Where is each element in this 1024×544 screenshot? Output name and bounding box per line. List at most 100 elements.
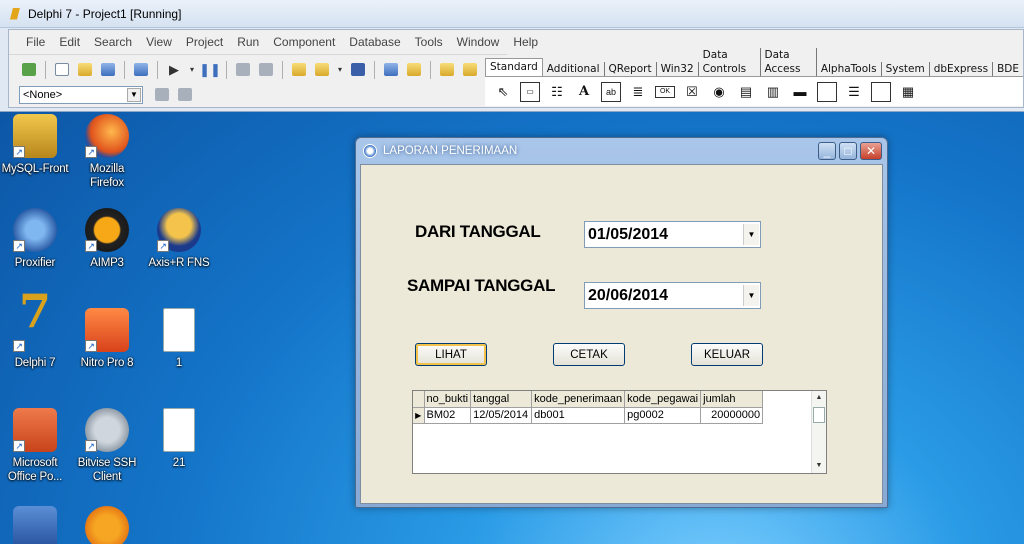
column-header-no-bukti[interactable]: no_bukti [424, 391, 472, 408]
actionlist-icon[interactable]: ▦ [898, 82, 918, 102]
column-header-kode-pegawai[interactable]: kode_pegawai [624, 391, 702, 408]
maximize-button[interactable]: □ [839, 142, 857, 160]
chevron-down-icon[interactable]: ▼ [743, 224, 759, 245]
object-repository-icon[interactable] [19, 60, 39, 80]
desktop-icon-bitvise[interactable]: ↗ Bitvise SSH Client [72, 408, 142, 484]
desktop-icon-firefox[interactable]: ↗ Mozilla Firefox [72, 114, 142, 190]
pointer-icon[interactable]: ⇖ [493, 82, 513, 102]
new-icon[interactable] [52, 60, 72, 80]
menu-window[interactable]: Window [450, 30, 507, 55]
tab-system[interactable]: System [882, 62, 930, 76]
radiobutton-icon[interactable]: ◉ [709, 82, 729, 102]
step-over-icon[interactable] [256, 60, 276, 80]
run-dropdown-icon[interactable]: ▾ [187, 60, 197, 80]
add-file-icon[interactable] [437, 60, 457, 80]
column-header-jumlah[interactable]: jumlah [700, 391, 764, 408]
tab-qreport[interactable]: QReport [605, 62, 657, 76]
desktop-layout-combo[interactable]: <None> ▼ [19, 85, 143, 104]
menu-file[interactable]: File [19, 30, 52, 55]
save-icon[interactable] [348, 60, 368, 80]
view-form-icon[interactable] [404, 60, 424, 80]
chevron-down-icon[interactable]: ▼ [127, 87, 141, 102]
desktop-icon-powerpoint[interactable]: ↗ Microsoft Office Po... [0, 408, 70, 484]
minimize-button[interactable]: _ [818, 142, 836, 160]
tab-additional[interactable]: Additional [543, 62, 605, 76]
menu-tools[interactable]: Tools [408, 30, 450, 55]
scroll-thumb[interactable] [813, 407, 825, 423]
close-button[interactable]: ✕ [860, 142, 882, 160]
menu-run[interactable]: Run [230, 30, 266, 55]
menu-database[interactable]: Database [342, 30, 407, 55]
cell-kode-penerimaan[interactable]: db001 [531, 407, 626, 424]
sampai-tanggal-datepicker[interactable]: 20/06/2014 ▼ [584, 282, 761, 309]
label-icon[interactable]: A [574, 82, 594, 102]
tab-alphatools[interactable]: AlphaTools [817, 62, 882, 76]
table-row[interactable]: ▶ BM02 12/05/2014 db001 pg0002 20000000 [413, 407, 764, 424]
cell-tanggal[interactable]: 12/05/2014 [470, 407, 533, 424]
tab-bde[interactable]: BDE [993, 62, 1023, 76]
menu-project[interactable]: Project [179, 30, 230, 55]
grid-vertical-scrollbar[interactable]: ▲ ▼ [811, 391, 826, 473]
chevron-down-icon[interactable]: ▼ [743, 285, 759, 306]
popupmenu-icon[interactable]: ☷ [547, 82, 567, 102]
cetak-button[interactable]: CETAK [553, 343, 625, 366]
mainmenu-icon[interactable]: ▭ [520, 81, 540, 102]
column-header-tanggal[interactable]: tanggal [470, 391, 533, 408]
menu-view[interactable]: View [139, 30, 179, 55]
panel-icon[interactable] [871, 81, 891, 102]
scroll-down-icon[interactable]: ▼ [812, 459, 826, 473]
keluar-button[interactable]: KELUAR [691, 343, 763, 366]
desktop-icon-file-1[interactable]: 1 [144, 308, 214, 370]
view-unit-icon[interactable] [381, 60, 401, 80]
cell-jumlah[interactable]: 20000000 [700, 407, 764, 424]
desktop-icon-aimp3[interactable]: ↗ AIMP3 [72, 208, 142, 270]
menu-search[interactable]: Search [87, 30, 139, 55]
button-icon[interactable]: OK [655, 85, 675, 98]
desktop-icon-axis[interactable]: ↗ Axis+R FNS [144, 208, 214, 270]
menu-component[interactable]: Component [266, 30, 342, 55]
column-header-kode-penerimaan[interactable]: kode_penerimaan [531, 391, 626, 408]
desktop-icon-delphi7[interactable]: ↗ Delphi 7 [0, 304, 70, 370]
tab-standard[interactable]: Standard [485, 58, 543, 76]
memo-icon[interactable]: ≣ [628, 82, 648, 102]
tab-data-access[interactable]: Data Access [761, 48, 817, 76]
remove-file-icon[interactable] [460, 60, 480, 80]
open-dropdown-icon[interactable]: ▾ [335, 60, 345, 80]
menu-edit[interactable]: Edit [52, 30, 87, 55]
edit-icon[interactable]: ab [601, 81, 621, 102]
toggle-form-icon[interactable] [131, 60, 151, 80]
set-debug-desktop-icon[interactable] [175, 85, 195, 105]
save-desktop-icon[interactable] [152, 85, 172, 105]
desktop-icon-word[interactable] [0, 506, 70, 544]
data-grid[interactable]: no_bukti tanggal kode_penerimaan kode_pe… [412, 390, 827, 474]
tab-win32[interactable]: Win32 [657, 62, 699, 76]
cell-kode-pegawai[interactable]: pg0002 [624, 407, 702, 424]
listbox-icon[interactable]: ▤ [736, 82, 756, 102]
desktop-icon-mysql-front[interactable]: ↗ MySQL-Front [0, 114, 70, 176]
powerpoint-icon: ↗ [13, 408, 57, 452]
desktop-icon-nitro[interactable]: ↗ Nitro Pro 8 [72, 308, 142, 370]
open-icon[interactable] [75, 60, 95, 80]
desktop-icon-file-21[interactable]: 21 [144, 408, 214, 470]
checkbox-icon[interactable]: ☒ [682, 82, 702, 102]
save-all-icon[interactable] [98, 60, 118, 80]
desktop-icon-avast[interactable] [72, 506, 142, 544]
dialog-titlebar[interactable]: LAPORAN PENERIMAAN [356, 138, 887, 164]
run-icon[interactable]: ▶ [164, 60, 184, 80]
dari-tanggal-datepicker[interactable]: 01/05/2014 ▼ [584, 221, 761, 248]
desktop-icon-proxifier[interactable]: ↗ Proxifier [0, 208, 70, 270]
combobox-icon[interactable]: ▥ [763, 82, 783, 102]
open-project-icon[interactable] [312, 60, 332, 80]
new-item-icon[interactable] [289, 60, 309, 80]
tab-dbexpress[interactable]: dbExpress [930, 62, 994, 76]
pause-icon[interactable]: ❚❚ [199, 60, 221, 80]
groupbox-icon[interactable] [817, 81, 837, 102]
tab-data-controls[interactable]: Data Controls [699, 48, 761, 76]
lihat-button[interactable]: LIHAT [415, 343, 487, 366]
radiogroup-icon[interactable]: ☰ [844, 82, 864, 102]
scroll-up-icon[interactable]: ▲ [812, 391, 826, 405]
cell-no-bukti[interactable]: BM02 [424, 407, 472, 424]
trace-into-icon[interactable] [233, 60, 253, 80]
scrollbar-icon[interactable]: ▬ [790, 82, 810, 102]
menu-help[interactable]: Help [506, 30, 545, 55]
